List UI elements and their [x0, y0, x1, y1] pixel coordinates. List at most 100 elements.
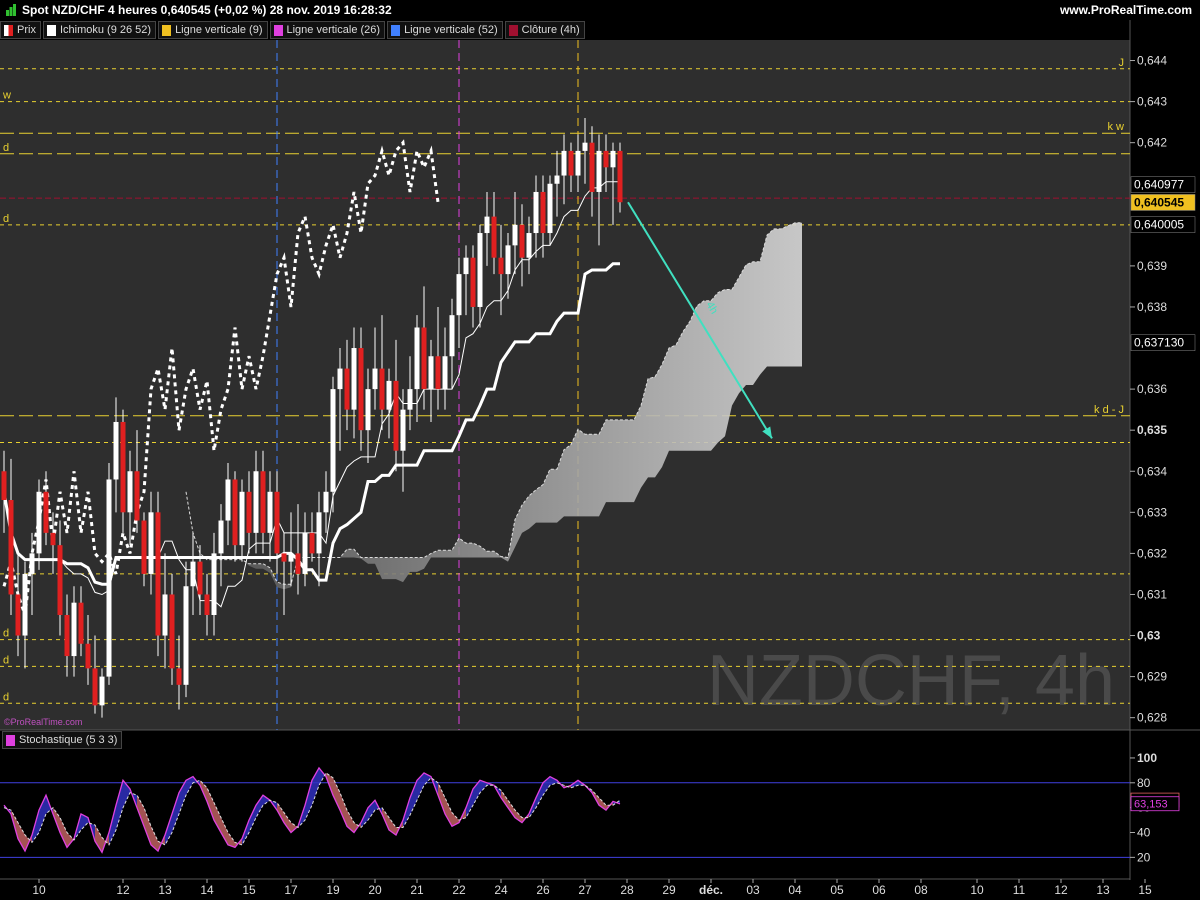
candle-up — [575, 150, 581, 176]
legend-item-ichimoku[interactable]: Ichimoku (9 26 52) — [42, 21, 157, 39]
candle-up — [477, 233, 483, 307]
stochastic-plot-area — [0, 730, 1130, 878]
candle-down — [281, 553, 287, 562]
site-url: www.ProRealTime.com — [1059, 3, 1192, 17]
vline-9-swatch-icon — [162, 24, 172, 36]
candle-down — [155, 512, 161, 636]
x-tick-label: 12 — [1054, 883, 1068, 897]
level-label: J — [1119, 57, 1125, 69]
candle-up — [225, 479, 231, 521]
vline-52-swatch-icon — [391, 24, 401, 36]
chart-title: Spot NZD/CHF 4 heures 0,640545 (+0,02 %)… — [22, 3, 392, 17]
candle-down — [134, 471, 140, 521]
x-tick-label: 13 — [158, 883, 172, 897]
stoch-marker-label: 63,153 — [1134, 799, 1168, 811]
level-label: k d - J — [1094, 404, 1124, 416]
vline-26-swatch-icon — [273, 24, 283, 36]
chart-canvas: NZDCHF, 4h Jwk wddk d - Jddd 4h 0,6440,6… — [0, 0, 1200, 900]
legend-label: Prix — [17, 24, 36, 36]
x-tick-label: 22 — [452, 883, 466, 897]
level-label: d — [3, 213, 9, 225]
y-tick-label: 0,643 — [1137, 95, 1167, 109]
candle-up — [22, 573, 28, 636]
candle-down — [197, 561, 203, 595]
legend-item-vline-9[interactable]: Ligne verticale (9) — [158, 21, 268, 39]
legend-label: Stochastique (5 3 3) — [19, 734, 118, 746]
candle-down — [176, 668, 182, 685]
candle-down — [519, 224, 525, 258]
candle-up — [400, 409, 406, 451]
x-tick-label: 03 — [746, 883, 760, 897]
candle-down — [15, 594, 21, 636]
candle-up — [365, 389, 371, 431]
y-tick-label: 0,633 — [1137, 505, 1167, 519]
candle-up — [302, 532, 308, 574]
candle-up — [337, 368, 343, 390]
legend-item-price[interactable]: Prix — [0, 21, 41, 39]
candle-down — [309, 532, 315, 554]
candle-up — [372, 368, 378, 390]
price-marker-label: 0,640977 — [1134, 178, 1184, 192]
candle-down — [379, 368, 385, 410]
y-tick-label: 0,629 — [1137, 670, 1167, 684]
stochastic-swatch-icon — [6, 734, 15, 746]
y-tick-label: 0,638 — [1137, 300, 1167, 314]
y-tick-label: 0,639 — [1137, 259, 1167, 273]
x-tick-label: 26 — [536, 883, 550, 897]
x-tick-label: 12 — [116, 883, 130, 897]
candle-up — [407, 389, 413, 410]
candle-down — [78, 602, 84, 644]
indicator-legend: Prix Ichimoku (9 26 52) Ligne verticale … — [0, 21, 587, 39]
legend-item-close[interactable]: Clôture (4h) — [504, 21, 585, 39]
y-tick-label: 0,634 — [1137, 464, 1167, 478]
y-tick-label: 0,636 — [1137, 382, 1167, 396]
x-tick-label: 28 — [620, 883, 634, 897]
level-label: d — [3, 628, 9, 640]
candle-up — [288, 553, 294, 562]
candle-up — [463, 257, 469, 275]
legend-item-vline-52[interactable]: Ligne verticale (52) — [387, 21, 503, 39]
level-label: w — [2, 90, 11, 102]
x-tick-label: 14 — [200, 883, 214, 897]
y-tick-label: 0,632 — [1137, 546, 1167, 560]
candle-down — [491, 216, 497, 258]
price-marker-label: 0,640005 — [1134, 218, 1184, 232]
candle-up — [253, 471, 259, 533]
legend-item-vline-26[interactable]: Ligne verticale (26) — [269, 21, 386, 39]
candle-up — [386, 380, 392, 410]
candle-up — [596, 150, 602, 192]
candle-up — [526, 233, 532, 258]
candle-up — [456, 274, 462, 316]
candle-up — [330, 389, 336, 492]
legend-item-stochastic[interactable]: Stochastique (5 3 3) — [2, 731, 123, 749]
title-bar: Spot NZD/CHF 4 heures 0,640545 (+0,02 %)… — [0, 0, 1200, 20]
x-tick-label: 05 — [830, 883, 844, 897]
candle-up — [442, 356, 448, 390]
candle-down — [92, 668, 98, 706]
candle-down — [57, 545, 63, 615]
stoch-tick-label: 40 — [1137, 826, 1151, 840]
candle-down — [1, 471, 7, 500]
x-tick-label: 08 — [914, 883, 928, 897]
candle-down — [274, 491, 280, 554]
candle-down — [617, 150, 623, 203]
candle-down — [540, 191, 546, 234]
candle-down — [169, 594, 175, 669]
candle-up — [113, 421, 119, 480]
x-tick-label: 21 — [410, 883, 424, 897]
x-tick-label: 20 — [368, 883, 382, 897]
candle-up — [71, 602, 77, 657]
x-tick-label: 29 — [662, 883, 676, 897]
candle-down — [50, 532, 56, 546]
candle-up — [428, 356, 434, 390]
x-tick-label: déc. — [699, 883, 723, 897]
x-tick-label: 06 — [872, 883, 886, 897]
legend-label: Ichimoku (9 26 52) — [59, 24, 152, 36]
candle-up — [610, 150, 616, 168]
price-swatch-icon — [4, 24, 13, 36]
y-tick-label: 0,63 — [1137, 629, 1161, 643]
close-swatch-icon — [508, 24, 518, 36]
price-marker-label: 0,640545 — [1134, 195, 1184, 209]
x-tick-label: 04 — [788, 883, 802, 897]
candle-up — [99, 676, 105, 706]
